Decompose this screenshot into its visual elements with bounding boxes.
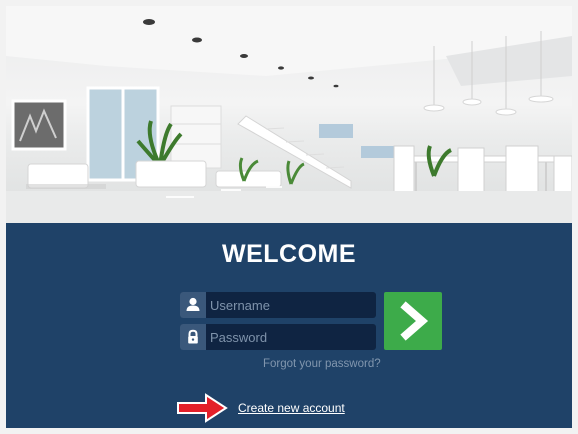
password-field[interactable] bbox=[180, 324, 376, 350]
red-arrow-icon bbox=[177, 393, 228, 423]
create-account-link[interactable]: Create new account bbox=[238, 401, 345, 415]
user-icon bbox=[180, 292, 206, 318]
chevron-right-icon bbox=[400, 301, 429, 341]
login-panel: WELCOME Username Forgot your password? C… bbox=[6, 223, 572, 428]
lock-icon bbox=[180, 324, 206, 350]
username-input[interactable] bbox=[210, 292, 370, 318]
welcome-title: WELCOME bbox=[221, 240, 357, 268]
forgot-password-link[interactable]: Forgot your password? bbox=[263, 358, 381, 370]
password-input[interactable] bbox=[210, 324, 370, 350]
login-submit-button[interactable] bbox=[384, 292, 442, 350]
username-field[interactable] bbox=[180, 292, 376, 318]
hero-illustration bbox=[6, 6, 572, 223]
page-frame: WELCOME Username Forgot your password? C… bbox=[0, 0, 578, 434]
hero-interior-image bbox=[6, 6, 572, 223]
